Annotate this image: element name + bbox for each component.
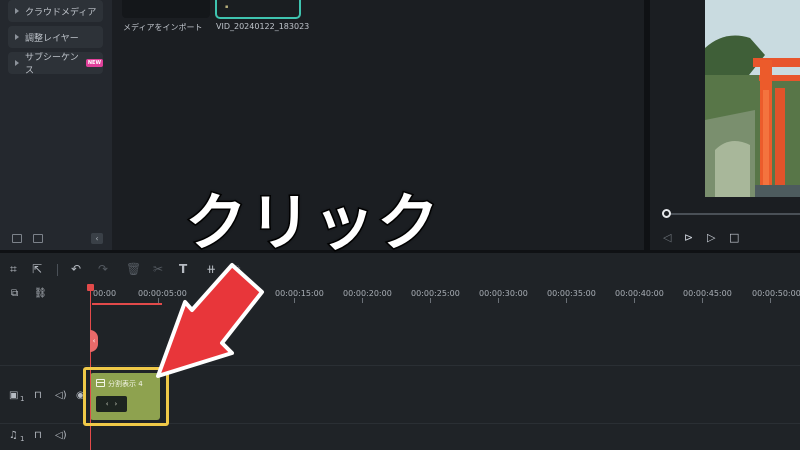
click-callout-text: クリック — [183, 185, 442, 261]
